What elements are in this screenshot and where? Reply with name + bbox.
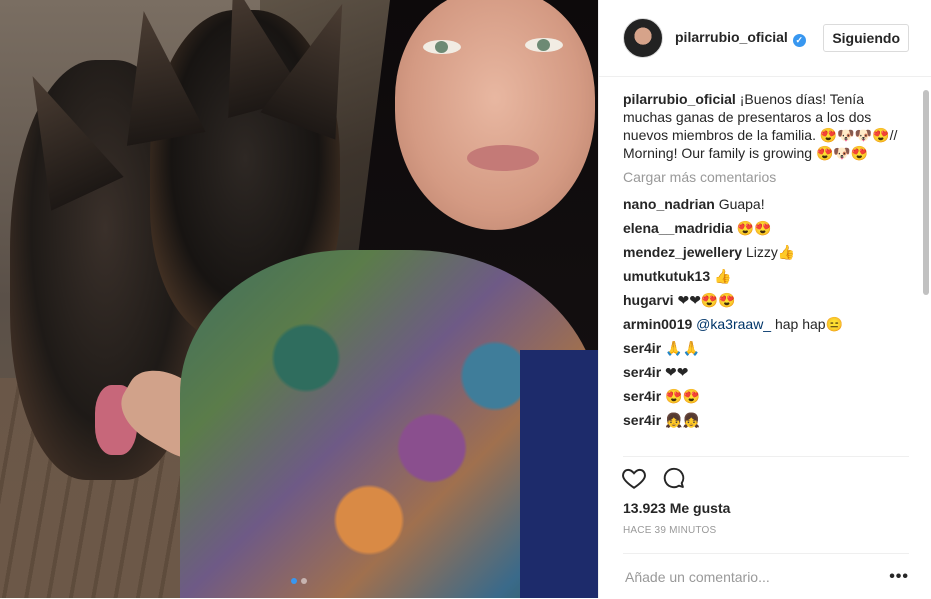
comment-rows: nano_nadrian Guapa! elena__madridia 😍😍 men… — [623, 195, 915, 429]
woman-face — [395, 0, 595, 230]
blue-strap — [520, 350, 598, 598]
following-button[interactable]: Siguiendo — [823, 24, 909, 52]
comment-row: mendez_jewellery Lizzy👍 — [623, 243, 915, 261]
comment-username[interactable]: mendez_jewellery — [623, 244, 742, 260]
comment-username[interactable]: nano_nadrian — [623, 196, 715, 212]
action-bar — [621, 465, 687, 496]
caption-username[interactable]: pilarrubio_oficial — [623, 91, 736, 107]
comment-row: umutkutuk13 👍 — [623, 267, 915, 285]
eye — [525, 38, 563, 52]
comment-username[interactable]: hugarvi — [623, 292, 674, 308]
verified-badge-icon: ✓ — [792, 34, 806, 47]
post-header: pilarrubio_oficial ✓ Siguiendo — [599, 0, 931, 77]
post-sidebar: pilarrubio_oficial ✓ Siguiendo pilarrubio… — [598, 0, 931, 598]
comment-row: elena__madridia 😍😍 — [623, 219, 915, 237]
comment-text: Guapa! — [718, 196, 765, 212]
comment-mention[interactable]: @ka3raaw_ — [696, 316, 771, 332]
comment-row: nano_nadrian Guapa! — [623, 195, 915, 213]
comment-username[interactable]: ser4ir — [623, 340, 661, 356]
comment-text: Lizzy👍 — [745, 244, 796, 260]
more-options-icon[interactable]: ••• — [889, 568, 909, 586]
comment-username[interactable]: umutkutuk13 — [623, 268, 710, 284]
carousel-indicator — [0, 578, 598, 584]
comment-row: armin0019 @ka3raaw_ hap hap😑 — [623, 315, 915, 333]
comment-bubble-icon[interactable] — [661, 465, 687, 496]
comment-row: ser4ir 🙏🙏 — [623, 339, 915, 357]
eye — [423, 40, 461, 54]
carousel-dot-active[interactable] — [291, 578, 297, 584]
carousel-dot[interactable] — [301, 578, 307, 584]
comment-username[interactable]: ser4ir — [623, 364, 661, 380]
load-more-comments[interactable]: Cargar más comentarios — [623, 168, 915, 186]
username-link[interactable]: pilarrubio_oficial ✓ — [675, 29, 806, 47]
comment-username[interactable]: ser4ir — [623, 412, 661, 428]
comment-row: ser4ir ❤❤ — [623, 363, 915, 381]
like-count[interactable]: 13.923 Me gusta — [623, 500, 730, 516]
scrollbar[interactable] — [923, 90, 929, 295]
comment-username[interactable]: elena__madridia — [623, 220, 733, 236]
comment-text: hap hap😑 — [774, 316, 844, 332]
add-comment-input[interactable] — [623, 567, 890, 586]
comment-text: ❤❤😍😍 — [677, 292, 736, 308]
divider — [623, 456, 909, 457]
avatar[interactable] — [623, 18, 663, 58]
comment-text: ❤❤ — [665, 364, 689, 380]
comment-row: ser4ir 😍😍 — [623, 387, 915, 405]
post-photo[interactable] — [0, 0, 598, 598]
caption: pilarrubio_oficial ¡Buenos días! Tenía m… — [623, 90, 915, 162]
heart-outline-icon[interactable] — [621, 465, 647, 496]
lips — [467, 145, 539, 171]
comment-row: hugarvi ❤❤😍😍 — [623, 291, 915, 309]
comment-text: 😍😍 — [736, 220, 772, 236]
comment-text: 👧👧 — [665, 412, 700, 428]
comments-list[interactable]: pilarrubio_oficial ¡Buenos días! Tenía m… — [623, 90, 915, 452]
comment-text: 😍😍 — [665, 388, 700, 404]
comment-username[interactable]: armin0019 — [623, 316, 692, 332]
add-comment-bar: ••• — [623, 553, 909, 599]
comment-text: 🙏🙏 — [665, 340, 700, 356]
post-timestamp[interactable]: HACE 39 MINUTOS — [623, 525, 716, 536]
comment-username[interactable]: ser4ir — [623, 388, 661, 404]
comment-text: 👍 — [714, 268, 732, 284]
comment-row: ser4ir 👧👧 — [623, 411, 915, 429]
